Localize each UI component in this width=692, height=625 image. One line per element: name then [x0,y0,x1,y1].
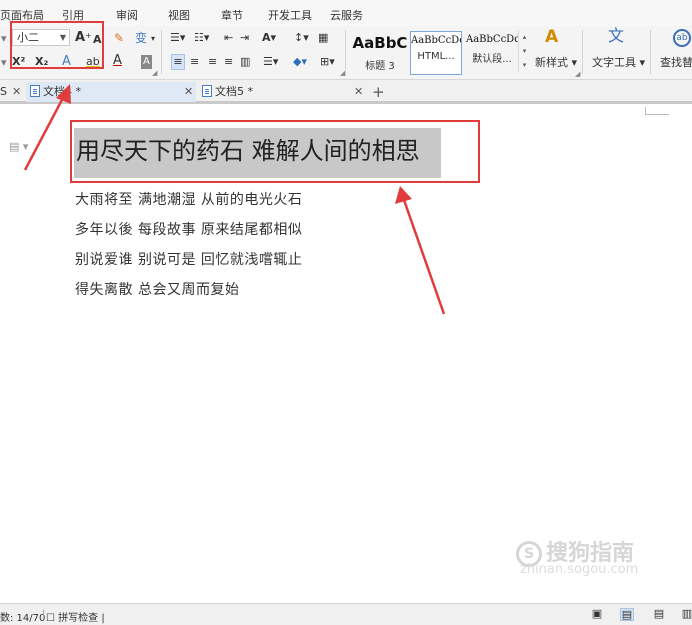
spell-check-toggle[interactable]: ☐ 拼写检查 | [46,609,105,624]
status-divider: | [42,609,46,620]
annotation-arrows [23,84,446,315]
watermark-url: zhinan.sogou.com [520,562,639,577]
checkbox-icon: ☐ [46,613,55,624]
arrow-to-font-size [23,84,71,171]
status-bar: 数: 14/70 | ☐ 拼写检查 | ▣ ▤ ▤ ▥ [0,603,692,625]
outline-view-icon[interactable]: ▤ [652,608,666,621]
spell-check-label: 拼写检查 [58,613,99,624]
arrow-to-heading [395,186,446,315]
word-count[interactable]: 数: 14/70 [0,609,45,624]
page-view-icon[interactable]: ▤ [620,608,634,621]
web-view-icon[interactable]: ▥ [680,608,692,621]
fullscreen-icon[interactable]: ▣ [590,608,604,621]
